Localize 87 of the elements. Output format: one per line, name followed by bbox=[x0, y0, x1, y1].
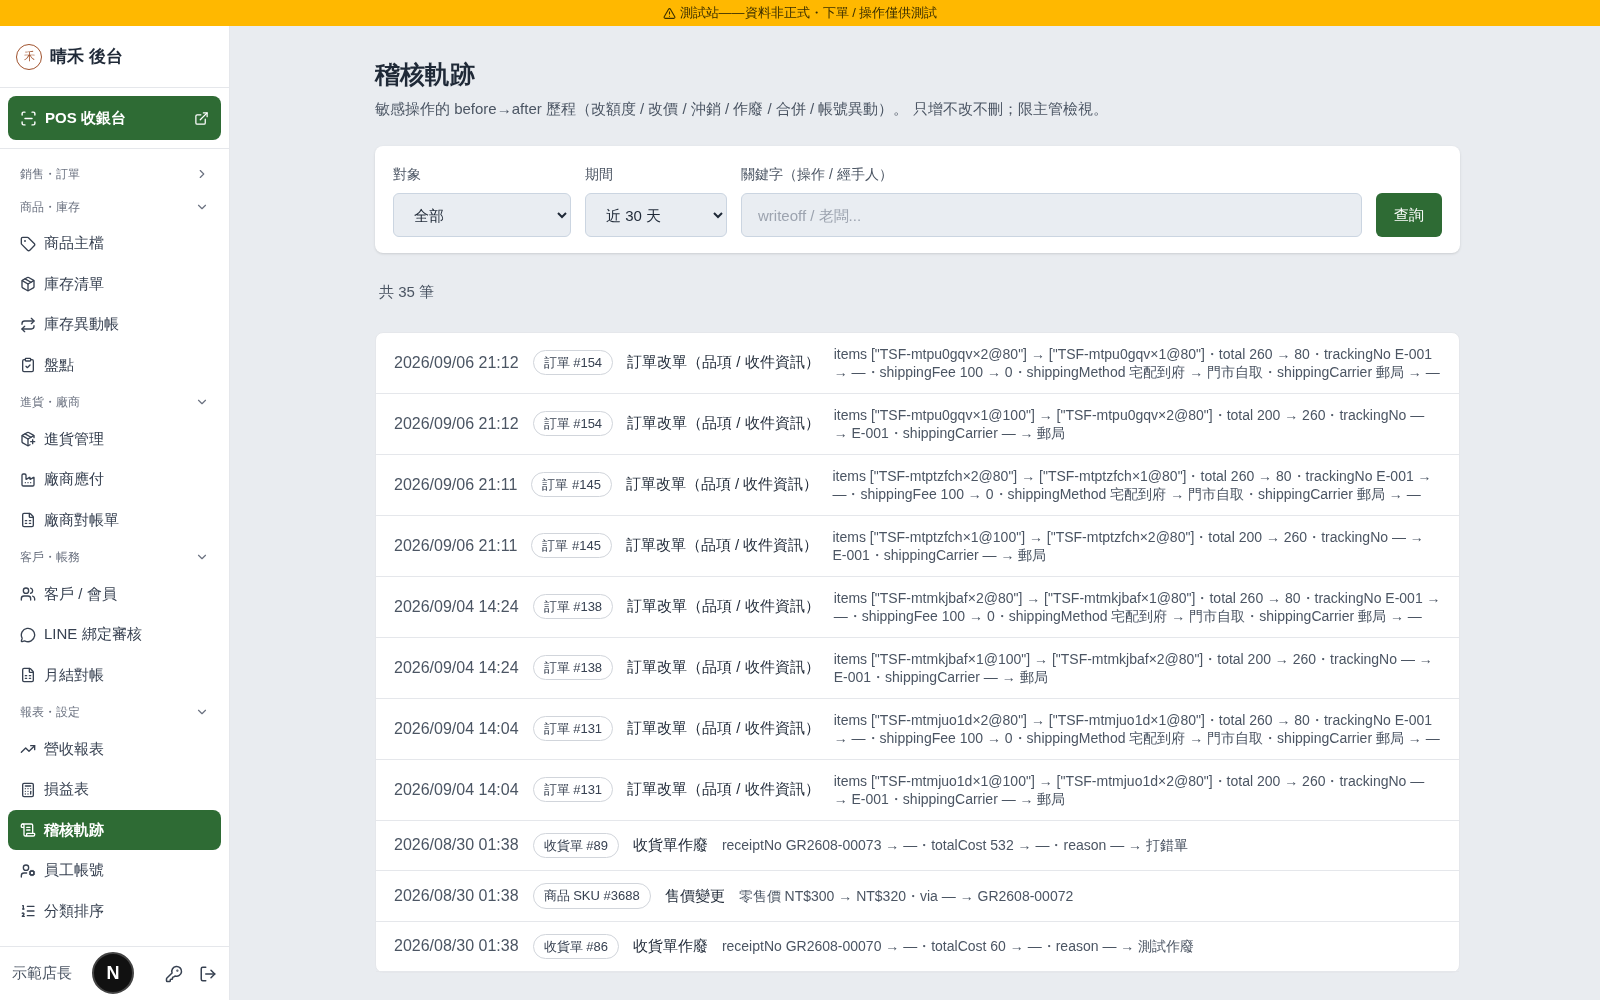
nav-item[interactable]: 進貨管理 bbox=[8, 419, 221, 459]
calculator-icon bbox=[20, 781, 36, 798]
external-link-icon bbox=[194, 110, 209, 126]
change-detail: items ["TSF-mtptzfch×2@80"] → ["TSF-mtptzfch×1@80"]・total 260 → 80・trackingNo E-001 → —・shippingFee 100 → 0・shippingMethod 宅配到府 → 門市自取・shippingCarrier 郵局 → — bbox=[832, 466, 1433, 503]
change-detail: items ["TSF-mtmjuo1d×1@100"] → ["TSF-mtmjuo1d×2@80"]・total 200 → 260・trackingNo — → E-001・shippingCarrier — → 郵局 bbox=[833, 771, 1426, 808]
scroll-icon bbox=[20, 822, 36, 838]
action-name: 訂單改單（品項 / 收件資訊） bbox=[627, 718, 820, 739]
user-name: 示範店長 bbox=[12, 963, 72, 984]
clipboard-check-icon bbox=[20, 357, 36, 373]
factory-icon bbox=[20, 471, 36, 488]
nav-item[interactable]: 庫存清單 bbox=[8, 264, 221, 304]
action-name: 訂單改單（品項 / 收件資訊） bbox=[627, 413, 820, 434]
dev-badge[interactable]: N bbox=[92, 952, 134, 994]
action-name: 收貨單作廢 bbox=[632, 835, 708, 855]
banner-text: 測試站——資料非正式・下單 / 操作僅供測試 bbox=[679, 4, 938, 23]
section-header[interactable]: 進貨・廠商 bbox=[8, 385, 221, 419]
document-icon bbox=[20, 667, 36, 683]
user-settings-icon bbox=[20, 862, 36, 879]
pos-button[interactable]: POS 收銀台 bbox=[8, 96, 221, 140]
document-icon bbox=[20, 512, 36, 528]
period-select[interactable]: 近 30 天 bbox=[585, 193, 727, 237]
chat-bubble-icon bbox=[20, 626, 36, 643]
box-plus-icon bbox=[20, 431, 36, 447]
scan-icon bbox=[20, 109, 37, 127]
tag-icon bbox=[20, 235, 36, 252]
nav-item[interactable]: 稽核軌跡 bbox=[8, 810, 221, 850]
nav-item[interactable]: 員工帳號 bbox=[8, 850, 221, 891]
action-name: 訂單改單（品項 / 收件資訊） bbox=[627, 596, 820, 617]
search-button[interactable]: 查詢 bbox=[1376, 193, 1442, 237]
timestamp: 2026/09/06 21:11 bbox=[394, 474, 518, 495]
nav-item[interactable]: 月結對帳 bbox=[8, 655, 221, 695]
keyword-field[interactable]: writeoff / 老闆... bbox=[741, 193, 1362, 237]
nav-item[interactable]: 廠商對帳單 bbox=[8, 500, 221, 540]
page-subtitle: 敏感操作的 before→after 歷程（改額度 / 改價 / 沖銷 / 作廢 / 合併 / 帳號異動）。 只增不改不刪；限主管檢視。 bbox=[375, 98, 1109, 119]
record-count: 共 35 筆 bbox=[379, 282, 436, 302]
nav-item[interactable]: 盤點 bbox=[8, 345, 221, 385]
section-header[interactable]: 銷售・訂單 bbox=[8, 157, 221, 190]
action-name: 訂單改單（品項 / 收件資訊） bbox=[627, 657, 820, 678]
timestamp: 2026/09/06 21:11 bbox=[394, 535, 518, 556]
change-detail: receiptNo GR2608-00070 → —・totalCost 60 → —・reason — → 測試作廢 bbox=[721, 937, 1196, 956]
nav-item[interactable]: 損益表 bbox=[8, 769, 221, 810]
timestamp: 2026/08/30 01:38 bbox=[394, 885, 519, 906]
action-name: 售價變更 bbox=[664, 885, 725, 906]
target-select[interactable]: 全部 bbox=[393, 193, 571, 237]
nav-item[interactable]: 廠商應付 bbox=[8, 459, 221, 500]
nav-item[interactable]: 庫存異動帳 bbox=[8, 304, 221, 345]
page-title: 稽核軌跡 bbox=[375, 59, 476, 90]
section-header[interactable]: 報表・設定 bbox=[8, 695, 221, 729]
change-detail: items ["TSF-mtpu0gqv×1@100"] → ["TSF-mtpu0gqv×2@80"]・total 200 → 260・trackingNo — → E-001・shippingCarrier — → 郵局 bbox=[833, 405, 1426, 442]
timestamp: 2026/09/06 21:12 bbox=[394, 352, 519, 373]
change-detail: items ["TSF-mtpu0gqv×2@80"] → ["TSF-mtpu0gqv×1@80"]・total 260 → 80・trackingNo E-001 → —・shippingFee 100 → 0・shippingMethod 宅配到府 → 門市自取・shippingCarrier 郵局 → — bbox=[833, 344, 1441, 381]
change-detail: 零售價 NT$300 → NT$320・via — → GR2608-00072 bbox=[738, 886, 1075, 905]
action-name: 訂單改單（品項 / 收件資訊） bbox=[627, 779, 820, 800]
timestamp: 2026/08/30 01:38 bbox=[394, 835, 519, 856]
timestamp: 2026/08/30 01:38 bbox=[394, 936, 519, 957]
action-name: 訂單改單（品項 / 收件資訊） bbox=[625, 474, 819, 495]
timestamp: 2026/09/04 14:04 bbox=[394, 779, 519, 800]
nav-item[interactable]: LINE 綁定審核 bbox=[8, 614, 221, 655]
change-detail: items ["TSF-mtmkjbaf×1@100"] → ["TSF-mtmkjbaf×2@80"]・total 200 → 260・trackingNo — → E-001・shippingCarrier — → 郵局 bbox=[833, 649, 1434, 686]
action-name: 收貨單作廢 bbox=[632, 936, 708, 956]
timestamp: 2026/09/06 21:12 bbox=[394, 413, 519, 434]
brand-name: 晴禾 後台 bbox=[50, 45, 123, 68]
nav-item[interactable]: 商品主檔 bbox=[8, 223, 221, 264]
action-name: 訂單改單（品項 / 收件資訊） bbox=[625, 535, 819, 556]
change-detail: items ["TSF-mtmjuo1d×2@80"] → ["TSF-mtmjuo1d×1@80"]・total 260 → 80・trackingNo E-001 → —・shippingFee 100 → 0・shippingMethod 宅配到府 → 門市自取・shippingCarrier 郵局 → — bbox=[833, 710, 1441, 747]
nav-item[interactable]: 營收報表 bbox=[8, 729, 221, 769]
warning-icon bbox=[662, 6, 676, 20]
section-header[interactable]: 商品・庫存 bbox=[8, 190, 221, 223]
swap-arrows-icon bbox=[20, 316, 36, 333]
field-label: 對象 bbox=[393, 165, 422, 184]
key-icon[interactable] bbox=[165, 964, 183, 983]
nav-item[interactable]: 客戶 / 會員 bbox=[8, 574, 221, 614]
field-label: 關鍵字（操作 / 經手人） bbox=[741, 165, 894, 184]
change-detail: items ["TSF-mtptzfch×1@100"] → ["TSF-mtptzfch×2@80"]・total 200 → 260・trackingNo — → E-001・shippingCarrier — → 郵局 bbox=[832, 527, 1425, 564]
change-detail: receiptNo GR2608-00073 → —・totalCost 532 → —・reason — → 打錯單 bbox=[721, 836, 1189, 855]
timestamp: 2026/09/04 14:04 bbox=[394, 718, 519, 739]
users-icon bbox=[20, 586, 36, 602]
numbered-list-icon bbox=[20, 903, 36, 919]
logout-icon[interactable] bbox=[199, 964, 217, 983]
nav-item[interactable]: 分類排序 bbox=[8, 891, 221, 931]
timestamp: 2026/09/04 14:24 bbox=[394, 596, 519, 617]
box-icon bbox=[20, 276, 36, 292]
change-detail: items ["TSF-mtmkjbaf×2@80"] → ["TSF-mtmkjbaf×1@80"]・total 260 → 80・trackingNo E-001 → —・shippingFee 100 → 0・shippingMethod 宅配到府 → 門市自取・shippingCarrier 郵局 → — bbox=[833, 588, 1441, 625]
timestamp: 2026/09/04 14:24 bbox=[394, 657, 519, 678]
section-header[interactable]: 客戶・帳務 bbox=[8, 540, 221, 574]
action-name: 訂單改單（品項 / 收件資訊） bbox=[627, 352, 820, 373]
field-label: 期間 bbox=[585, 165, 614, 184]
